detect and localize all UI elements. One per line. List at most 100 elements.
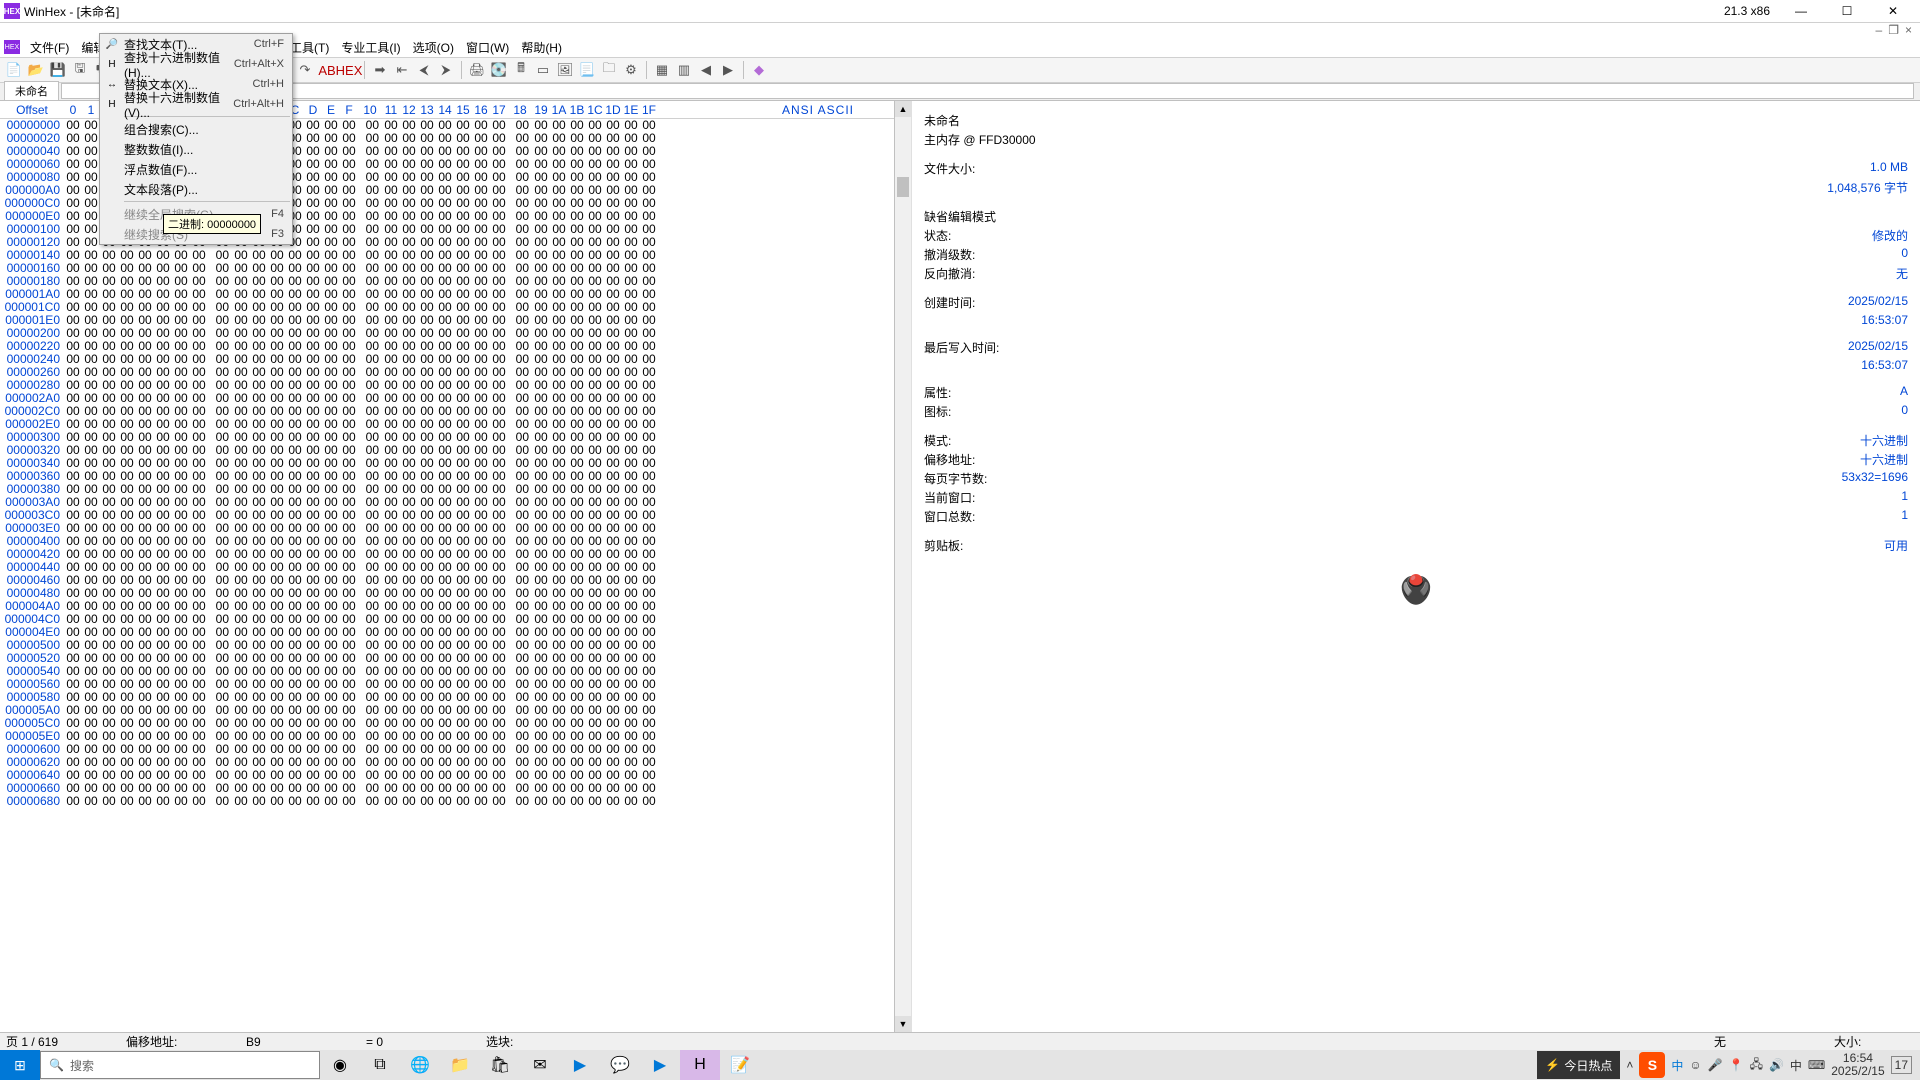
- byte-cell[interactable]: 00: [322, 795, 340, 808]
- tray-icon[interactable]: ☺: [1689, 1058, 1701, 1072]
- doc-icon[interactable]: 📃: [577, 60, 597, 80]
- scroll-track[interactable]: [895, 117, 911, 1016]
- edge-icon[interactable]: 🌐: [400, 1050, 440, 1080]
- menu-help[interactable]: 帮助(H): [515, 37, 568, 58]
- taskbar-clock[interactable]: 16:542025/2/15: [1831, 1052, 1884, 1078]
- byte-cell[interactable]: 00: [172, 795, 190, 808]
- store-icon[interactable]: 🛍: [480, 1050, 520, 1080]
- byte-cell[interactable]: 00: [604, 795, 622, 808]
- grid1-icon[interactable]: ▦: [652, 60, 672, 80]
- tool-icon[interactable]: AB: [317, 60, 337, 80]
- settings-icon[interactable]: ⚙: [621, 60, 641, 80]
- hot-news[interactable]: ⚡今日热点: [1537, 1051, 1620, 1079]
- byte-cell[interactable]: 00: [586, 795, 604, 808]
- byte-cell[interactable]: 00: [232, 795, 250, 808]
- menu-item[interactable]: 浮点数值(F)...: [100, 159, 292, 179]
- tray-volume-icon[interactable]: 🔊: [1769, 1058, 1784, 1072]
- filter-input[interactable]: [61, 83, 1914, 99]
- byte-cell[interactable]: 00: [100, 795, 118, 808]
- byte-cell[interactable]: 00: [118, 795, 136, 808]
- byte-cell[interactable]: 00: [268, 795, 286, 808]
- byte-cell[interactable]: 00: [208, 795, 232, 808]
- next-icon[interactable]: ⮞: [436, 60, 456, 80]
- cortana-icon[interactable]: ◉: [320, 1050, 360, 1080]
- img-icon[interactable]: 🖼: [555, 60, 575, 80]
- minimize-button[interactable]: —: [1778, 0, 1824, 22]
- go-icon[interactable]: ➡: [370, 60, 390, 80]
- vertical-scrollbar[interactable]: ▲ ▼: [895, 101, 911, 1032]
- menu-specialist[interactable]: 专业工具(I): [335, 37, 406, 58]
- byte-cell[interactable]: 00: [82, 795, 100, 808]
- byte-cell[interactable]: 00: [250, 795, 268, 808]
- ram-icon[interactable]: ▭: [533, 60, 553, 80]
- scroll-down-icon[interactable]: ▼: [895, 1016, 911, 1032]
- playback-prev-icon[interactable]: ◀: [696, 60, 716, 80]
- mdi-restore[interactable]: ❐: [1888, 23, 1899, 37]
- calendar-badge[interactable]: 17: [1891, 1056, 1912, 1074]
- byte-cell[interactable]: 00: [358, 795, 382, 808]
- scroll-thumb[interactable]: [897, 177, 909, 197]
- tray-mic-icon[interactable]: 🎤: [1708, 1058, 1723, 1072]
- video-icon[interactable]: ▶: [640, 1050, 680, 1080]
- menu-options[interactable]: 选项(O): [407, 37, 460, 58]
- winhex-taskbar-icon[interactable]: H: [680, 1050, 720, 1080]
- byte-cell[interactable]: 00: [340, 795, 358, 808]
- byte-cell[interactable]: 00: [304, 795, 322, 808]
- byte-cell[interactable]: 00: [454, 795, 472, 808]
- wechat-icon[interactable]: 💬: [600, 1050, 640, 1080]
- byte-cell[interactable]: 00: [550, 795, 568, 808]
- media-icon[interactable]: ▶: [560, 1050, 600, 1080]
- grid2-icon[interactable]: ▥: [674, 60, 694, 80]
- explorer-icon[interactable]: 📁: [440, 1050, 480, 1080]
- scroll-up-icon[interactable]: ▲: [895, 101, 911, 117]
- back-icon[interactable]: ⇤: [392, 60, 412, 80]
- menu-file[interactable]: 文件(F): [24, 37, 75, 58]
- byte-cell[interactable]: 00: [286, 795, 304, 808]
- byte-cell[interactable]: 00: [136, 795, 154, 808]
- tray-ime-lang[interactable]: 中: [1671, 1057, 1683, 1074]
- byte-cell[interactable]: 00: [418, 795, 436, 808]
- byte-cell[interactable]: 00: [154, 795, 172, 808]
- notepad-icon[interactable]: 📝: [720, 1050, 760, 1080]
- mail-icon[interactable]: ✉: [520, 1050, 560, 1080]
- new-icon[interactable]: 📄: [4, 60, 24, 80]
- byte-cell[interactable]: 00: [532, 795, 550, 808]
- byte-cell[interactable]: 00: [436, 795, 454, 808]
- eraser-icon[interactable]: ◆: [749, 60, 769, 80]
- tray-location-icon[interactable]: 📍: [1729, 1058, 1744, 1072]
- byte-cell[interactable]: 00: [508, 795, 532, 808]
- taskview-icon[interactable]: ⧉: [360, 1050, 400, 1080]
- playback-next-icon[interactable]: ▶: [718, 60, 738, 80]
- mdi-close[interactable]: ×: [1905, 23, 1912, 37]
- tab-untitled[interactable]: 未命名: [4, 81, 59, 100]
- redo-icon[interactable]: ↷: [295, 60, 315, 80]
- tray-chevron-icon[interactable]: ˄: [1626, 1058, 1633, 1072]
- calc-icon[interactable]: 🖩: [511, 60, 531, 80]
- byte-cell[interactable]: 00: [400, 795, 418, 808]
- mdi-minimize[interactable]: –: [1876, 23, 1883, 37]
- tool2-icon[interactable]: HEX: [339, 60, 359, 80]
- disk-icon[interactable]: 💽: [489, 60, 509, 80]
- byte-cell[interactable]: 00: [490, 795, 508, 808]
- menu-item[interactable]: 组合搜索(C)...: [100, 119, 292, 139]
- menu-window[interactable]: 窗口(W): [460, 37, 515, 58]
- menu-item[interactable]: H替换十六进制数值(V)...Ctrl+Alt+H: [100, 94, 292, 114]
- menu-item[interactable]: 文本段落(P)...: [100, 179, 292, 199]
- prev-icon[interactable]: ⮜: [414, 60, 434, 80]
- folder-icon[interactable]: 🗀: [599, 60, 619, 80]
- start-button[interactable]: ⊞: [0, 1050, 40, 1080]
- tray-network-icon[interactable]: 🖧: [1750, 1055, 1763, 1076]
- hex-row[interactable]: 0000068000000000000000000000000000000000…: [0, 795, 894, 808]
- byte-cell[interactable]: 00: [190, 795, 208, 808]
- byte-cell[interactable]: 00: [640, 795, 658, 808]
- tray-keyboard-icon[interactable]: ⌨: [1808, 1058, 1825, 1072]
- open-icon[interactable]: 📂: [26, 60, 46, 80]
- byte-cell[interactable]: 00: [64, 795, 82, 808]
- byte-cell[interactable]: 00: [382, 795, 400, 808]
- maximize-button[interactable]: ☐: [1824, 0, 1870, 22]
- close-button[interactable]: ✕: [1870, 0, 1916, 22]
- byte-cell[interactable]: 00: [622, 795, 640, 808]
- byte-cell[interactable]: 00: [472, 795, 490, 808]
- menu-item[interactable]: H查找十六进制数值(H)...Ctrl+Alt+X: [100, 54, 292, 74]
- saveas-icon[interactable]: 🖫: [70, 60, 90, 80]
